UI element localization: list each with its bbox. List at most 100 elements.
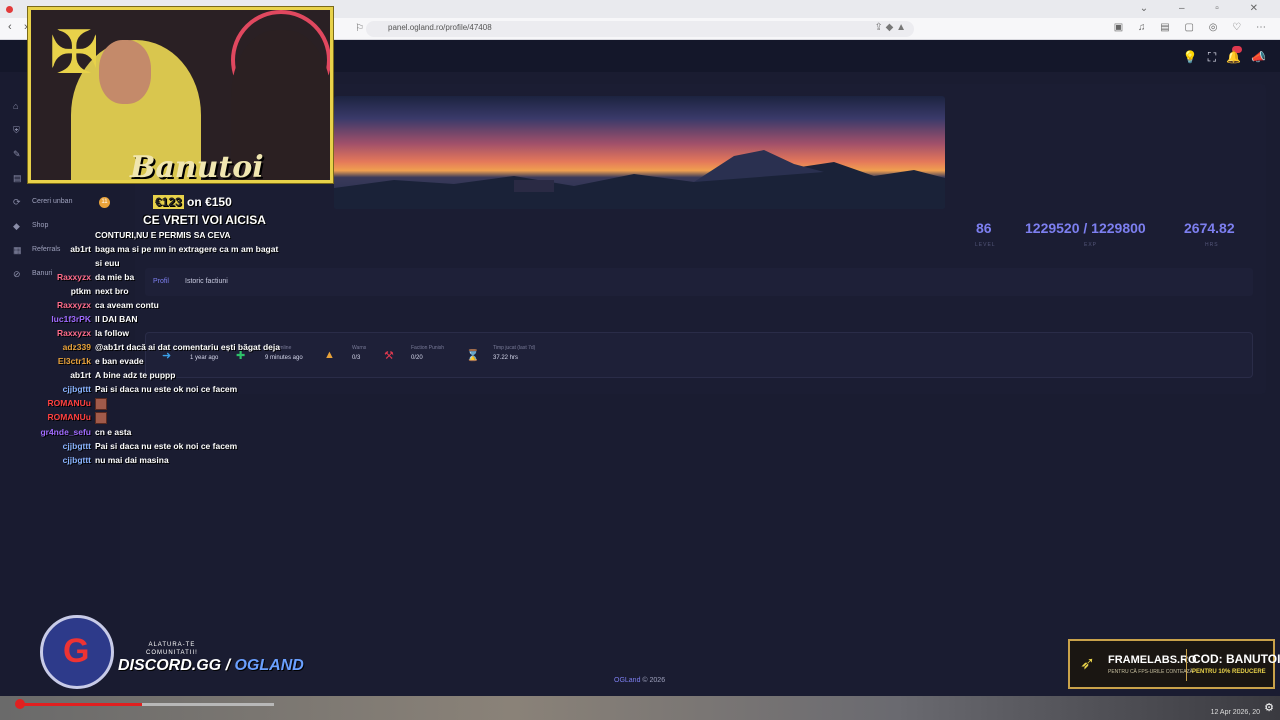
edit-icon: ✎ — [13, 149, 21, 159]
page-footer: OGLand © 2026 — [614, 677, 665, 684]
chat-text: cn e asta — [95, 427, 132, 437]
extensions-icon[interactable]: ▣ ♫ ▤ ▢ ◎ ♡ ⋯ — [1114, 22, 1272, 33]
hours-label: HRS — [1205, 242, 1219, 248]
chat-text: nu mai dai masina — [95, 455, 169, 465]
chat-username: Raxxyzx — [56, 328, 91, 338]
ogland-logo: G — [40, 615, 114, 689]
tab-istoric-factiuni[interactable]: Istoric factiuni — [185, 278, 228, 285]
sidebar-item-label: Shop — [32, 222, 49, 229]
settings-icon[interactable]: ⚙ — [1264, 701, 1274, 714]
warns-label: Warns — [352, 345, 367, 351]
discord-caption-line2: COMUNITATII! — [146, 650, 198, 656]
discord-caption-line1: ALATURA-TE — [148, 642, 196, 648]
profile-tabs: Profil Istoric factiuni — [145, 268, 1253, 296]
book-icon: ▤ — [13, 173, 22, 183]
chat-text: CONTURI,NU E PERMIS SA CEVA — [95, 230, 231, 240]
video-player-bar: 12 Apr 2026, 20 ⚙ — [0, 696, 1280, 720]
fullscreen-icon[interactable]: ⛶ — [1208, 50, 1216, 65]
tab-favicon-icon[interactable] — [6, 6, 13, 13]
chat-username: adz339 — [62, 342, 91, 352]
home-icon: ⌂ — [13, 101, 19, 111]
warning-icon: ▲ — [324, 349, 335, 361]
chat-emote-icon — [95, 412, 107, 424]
sponsor-divider — [1186, 649, 1187, 681]
chat-username: ROMANUu — [47, 412, 91, 422]
chat-username: ptkm — [70, 286, 91, 296]
chat-username: cjjbgttt — [62, 384, 91, 394]
donation-separator: on — [187, 195, 202, 209]
chat-text: next bro — [95, 286, 129, 296]
chat-username: gr4nde_sefu — [40, 427, 91, 437]
megaphone-icon[interactable]: 📣 — [1251, 50, 1266, 65]
timestamp-text: 12 Apr 2026, 20 — [1210, 709, 1260, 716]
exp-value: 1229520 / 1229800 — [1025, 220, 1146, 236]
chat-username: cjjbgttt — [62, 441, 91, 451]
stream-headline: CE VRETI VOI AICISA — [143, 213, 266, 227]
streamer-name: Banutoi — [130, 150, 264, 185]
footer-brand-link[interactable]: OGLand — [614, 677, 640, 684]
shield-icon: ⛨ — [13, 125, 20, 135]
chat-text: A bine adz te puppp — [95, 370, 176, 380]
lightbulb-icon[interactable]: 💡 — [1183, 50, 1198, 65]
refresh-icon: ⟳ — [13, 197, 21, 207]
sponsor-banner: ➶ FRAMELABS.RO PENTRU CĂ FPS-URILE CONTE… — [1068, 639, 1280, 689]
bell-icon[interactable]: 🔔 — [1226, 50, 1241, 65]
chat-text: da mie ba — [95, 272, 135, 282]
level-label: LEVEL — [975, 242, 996, 248]
chat-username: ab1rt — [70, 244, 91, 254]
url-field[interactable]: panel.ogland.ro/profile/47408 ⇪ ◆ ▲ — [366, 21, 914, 37]
chat-text: @ab1rt dacă ai dat comentariu ești băgat… — [95, 342, 280, 352]
playtime-value: 37.22 hrs — [493, 355, 519, 361]
chat-username: luc1f3rPK — [51, 314, 91, 324]
hourglass-icon: ⌛ — [466, 350, 480, 362]
playtime-label: Timp jucat (last 7d) — [493, 345, 536, 351]
sponsor-subtitle: PENTRU CĂ FPS-URILE CONTEAZĂ — [1108, 669, 1194, 675]
chat-username: Raxxyzx — [56, 300, 91, 310]
sponsor-title: FRAMELABS.RO — [1108, 654, 1197, 666]
tab-profil[interactable]: Profil — [153, 278, 169, 285]
window-controls[interactable]: ⌄ – ▫ ✕ — [1140, 3, 1272, 14]
chat-text: la follow — [95, 328, 129, 338]
level-value: 86 — [976, 220, 992, 236]
sponsor-code-subtitle: PENTRU 10% REDUCERE — [1192, 669, 1266, 675]
exp-label: EXP — [1084, 242, 1098, 248]
rocket-icon: ➶ — [1080, 653, 1096, 673]
progress-fill — [20, 703, 142, 706]
discord-url-suffix: OGLAND — [234, 657, 304, 674]
brave-shield-icon[interactable]: ⇪ ◆ ▲ — [874, 22, 906, 33]
sponsor-code: COD: BANUTOI — [1192, 652, 1280, 666]
unban-count-badge: 11 — [99, 197, 110, 208]
back-icon[interactable]: ‹ — [8, 21, 12, 33]
chat-text: baga ma si pe mn in extragere ca m am ba… — [95, 244, 279, 254]
bookmark-icon[interactable]: ⚐ — [355, 23, 364, 34]
discord-promo-overlay: G ALATURA-TE COMUNITATII! DISCORD.GG / O… — [40, 615, 304, 690]
discord-promo-caption: ALATURA-TE COMUNITATII! — [146, 641, 198, 657]
sidebar-item-label: Cereri unban — [32, 198, 73, 205]
ogland-logo-mark: G — [63, 632, 90, 670]
chat-text: Pai si daca nu este ok noi ce facem — [95, 384, 238, 394]
chat-username: Raxxyzx — [56, 272, 91, 282]
donation-target: €150 — [205, 195, 232, 209]
hours-value: 2674.82 — [1184, 220, 1235, 236]
footer-copyright: © 2026 — [642, 677, 666, 684]
chat-username: ROMANUu — [47, 398, 91, 408]
chat-username: El3ctr1k — [57, 356, 91, 366]
chat-text: ca aveam contu — [95, 300, 159, 310]
warns-value: 0/3 — [352, 355, 361, 361]
chat-text: II DAI BAN — [95, 314, 138, 324]
sidebar-item-unban[interactable]: ⟳ Cereri unban 11 — [0, 192, 120, 212]
webcam-person-head — [99, 40, 151, 104]
profile-info-row: ➜ 1 year ago ✚ online 9 minutes ago ▲ Wa… — [145, 332, 1253, 378]
faction-punish-value: 0/20 — [411, 355, 423, 361]
chat-text: Pai si daca nu este ok noi ce facem — [95, 441, 238, 451]
faction-punish-label: Faction Punish — [411, 345, 445, 351]
hammer-icon: ⚒ — [384, 350, 394, 362]
chat-emote-icon — [95, 398, 107, 410]
chat-text: e ban evade — [95, 356, 144, 366]
progress-track[interactable] — [20, 703, 274, 706]
chat-text: si euu — [95, 258, 120, 268]
last-login-value: 1 year ago — [190, 355, 219, 361]
chat-username: cjjbgttt — [62, 455, 91, 465]
url-text[interactable]: panel.ogland.ro/profile/47408 — [388, 23, 492, 32]
chat-username: ab1rt — [70, 370, 91, 380]
